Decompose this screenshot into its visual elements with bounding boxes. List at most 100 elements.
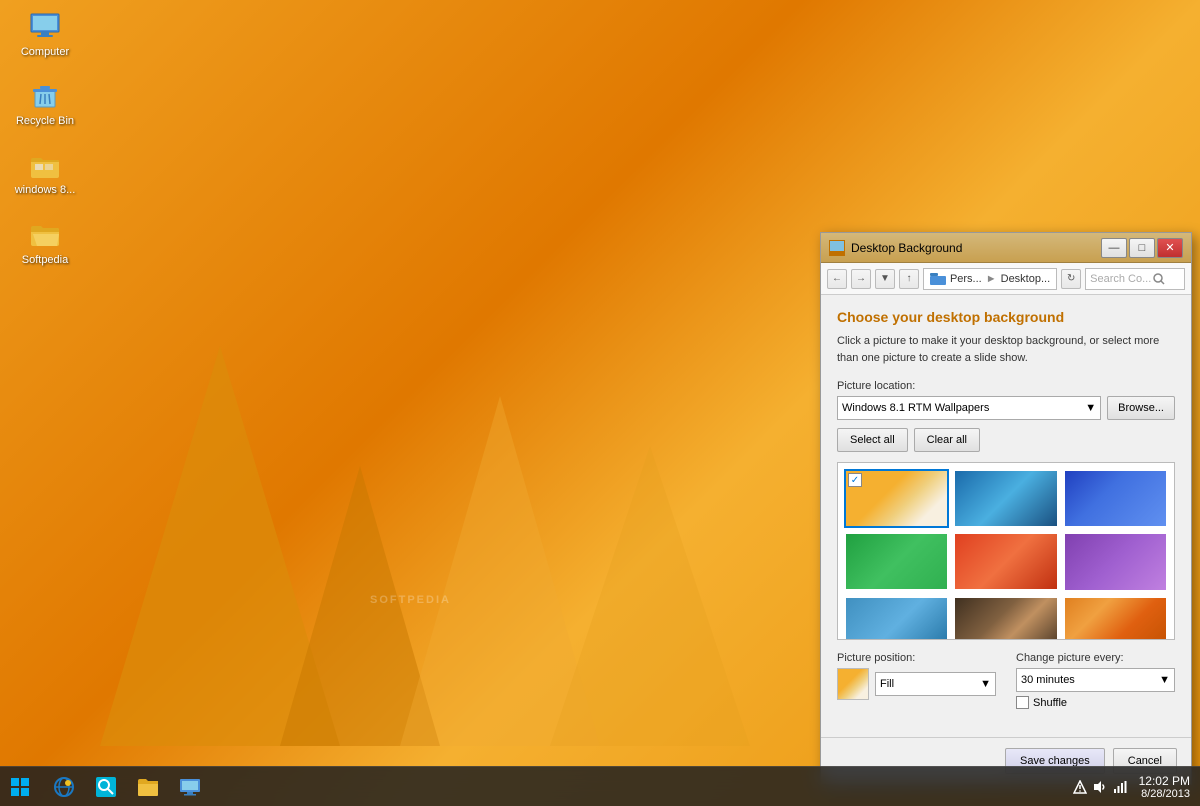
wallpaper-item-6[interactable] [1063, 532, 1168, 591]
wallpaper-preview-9 [1065, 598, 1166, 641]
volume-icon [1093, 780, 1107, 794]
computer-icon [29, 10, 61, 42]
desktop-icon-computer[interactable]: Computer [10, 10, 80, 59]
dialog-content: Choose your desktop background Click a p… [821, 295, 1191, 737]
wallpaper-item-3[interactable] [1063, 469, 1168, 528]
back-button[interactable]: ← [827, 269, 847, 289]
open-folder-icon [29, 218, 61, 250]
path-icon [930, 273, 946, 285]
position-value: Fill [880, 678, 894, 690]
location-row: Windows 8.1 RTM Wallpapers ▼ Browse... [837, 396, 1175, 420]
wallpaper-grid-container[interactable]: ✓ [837, 462, 1175, 640]
forward-button[interactable]: → [851, 269, 871, 289]
wallpaper-item-5[interactable] [953, 532, 1058, 591]
path-part1: Pers... [950, 273, 982, 285]
desktop-icon-windows8[interactable]: windows 8... [10, 148, 80, 197]
desktop-background-dialog: Desktop Background — □ ✕ ← → ▼ ↑ Pers...… [820, 232, 1192, 785]
bottom-options: Picture position: Fill ▼ Change picture … [837, 652, 1175, 709]
recycle-bin-label: Recycle Bin [16, 115, 74, 128]
close-button[interactable]: ✕ [1157, 238, 1183, 258]
wallpaper-grid: ✓ [838, 463, 1174, 640]
taskbar-ie[interactable] [44, 768, 84, 806]
sys-icons [1065, 780, 1135, 794]
clock-time: 12:02 PM [1139, 774, 1190, 788]
start-button[interactable] [0, 767, 40, 806]
wallpaper-preview-3 [1065, 471, 1166, 526]
select-all-button[interactable]: Select all [837, 428, 908, 452]
clear-all-button[interactable]: Clear all [914, 428, 980, 452]
dialog-description: Click a picture to make it your desktop … [837, 333, 1175, 366]
maximize-button[interactable]: □ [1129, 238, 1155, 258]
up-button[interactable]: ↑ [899, 269, 919, 289]
refresh-button[interactable]: ↻ [1061, 269, 1081, 289]
windows-logo-icon [10, 777, 30, 797]
action-buttons-row: Select all Clear all [837, 428, 1175, 452]
wallpaper-item-4[interactable] [844, 532, 949, 591]
browse-button[interactable]: Browse... [1107, 396, 1175, 420]
location-value: Windows 8.1 RTM Wallpapers [842, 402, 989, 414]
minimize-button[interactable]: — [1101, 238, 1127, 258]
path-part2: Desktop... [1001, 273, 1051, 285]
location-select[interactable]: Windows 8.1 RTM Wallpapers ▼ [837, 396, 1101, 420]
shuffle-label: Shuffle [1033, 697, 1067, 709]
wallpaper-checkbox-1[interactable]: ✓ [848, 473, 862, 487]
dialog-heading: Choose your desktop background [837, 309, 1175, 325]
wallpaper-preview-8 [955, 598, 1056, 641]
wallpaper-preview-4 [846, 534, 947, 589]
taskbar-time[interactable]: 12:02 PM 8/28/2013 [1139, 774, 1190, 800]
wallpaper-item-7[interactable] [844, 596, 949, 641]
search-box[interactable]: Search Co... [1085, 268, 1185, 290]
search-placeholder: Search Co... [1090, 273, 1151, 285]
computer-icon-label: Computer [21, 46, 69, 59]
address-path[interactable]: Pers... ► Desktop... [923, 268, 1057, 290]
picture-position-label: Picture position: [837, 652, 996, 664]
change-every-label: Change picture every: [1016, 652, 1175, 664]
shuffle-row: Shuffle [1016, 696, 1175, 709]
wallpaper-preview-2 [955, 471, 1056, 526]
dialog-title: Desktop Background [851, 241, 1101, 255]
clock-date: 8/28/2013 [1139, 788, 1190, 800]
taskbar-sys: 12:02 PM 8/28/2013 [1065, 774, 1200, 800]
picture-position-group: Picture position: Fill ▼ [837, 652, 996, 709]
wallpaper-preview-7 [846, 598, 947, 641]
watermark: SOFTPEDIA [370, 594, 451, 606]
desktop-icon-recycle[interactable]: Recycle Bin [10, 79, 80, 128]
address-bar: ← → ▼ ↑ Pers... ► Desktop... ↻ Search Co… [821, 263, 1191, 295]
desktop-icons: Computer Recycle Bin windows 8... [10, 10, 80, 267]
search-taskbar-icon [95, 776, 117, 798]
titlebar-buttons: — □ ✕ [1101, 238, 1183, 258]
change-every-dropdown-icon: ▼ [1159, 674, 1170, 686]
wallpaper-item-2[interactable] [953, 469, 1058, 528]
wallpaper-item-1[interactable]: ✓ [844, 469, 949, 528]
notification-icon [1073, 780, 1087, 794]
titlebar: Desktop Background — □ ✕ [821, 233, 1191, 263]
dropdown-button[interactable]: ▼ [875, 269, 895, 289]
change-every-select[interactable]: 30 minutes ▼ [1016, 668, 1175, 692]
taskbar-search[interactable] [86, 768, 126, 806]
path-separator: ► [986, 273, 997, 285]
taskbar: 12:02 PM 8/28/2013 [0, 766, 1200, 806]
wallpaper-item-9[interactable] [1063, 596, 1168, 641]
folder-icon [29, 148, 61, 180]
position-select[interactable]: Fill ▼ [875, 672, 996, 696]
taskbar-explorer[interactable] [128, 768, 168, 806]
position-preview [837, 668, 869, 700]
wallpaper-preview-5 [955, 534, 1056, 589]
picture-location-label: Picture location: [837, 380, 1175, 392]
titlebar-icon [829, 240, 845, 256]
softpedia-folder-label: Softpedia [22, 254, 68, 267]
explorer-icon [137, 776, 159, 798]
desktop-icon-softpedia[interactable]: Softpedia [10, 218, 80, 267]
recycle-bin-icon [29, 79, 61, 111]
ie-icon [53, 776, 75, 798]
shuffle-checkbox[interactable] [1016, 696, 1029, 709]
search-icon [1153, 273, 1165, 285]
change-every-group: Change picture every: 30 minutes ▼ Shuff… [1016, 652, 1175, 709]
wallpaper-item-8[interactable] [953, 596, 1058, 641]
taskbar-rdp[interactable] [170, 768, 210, 806]
position-dropdown-icon: ▼ [980, 678, 991, 690]
position-row: Fill ▼ [837, 668, 996, 700]
rdp-icon [179, 776, 201, 798]
desktop: SOFTPEDIA Computer Recycle Bin [0, 0, 1200, 806]
taskbar-apps [44, 768, 210, 806]
